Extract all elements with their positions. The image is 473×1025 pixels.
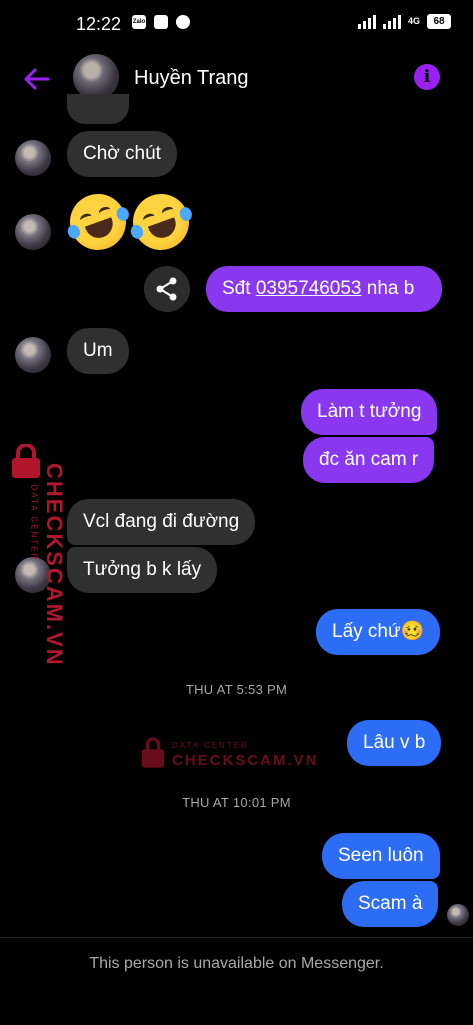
notification-icons: Zalo — [132, 15, 190, 29]
message-bubble-partial — [67, 94, 129, 124]
watermark-small-text: DATA CENTER — [172, 741, 249, 750]
watermark-big-text: CHECKSCAM.VN — [172, 752, 319, 769]
watermark-small-text: DATA CENTER — [29, 484, 39, 562]
timestamp: THU AT 5:53 PM — [185, 682, 288, 697]
message-bubble[interactable]: Lấy chứ🥴 — [316, 609, 441, 655]
message-bubble-phone[interactable]: Sđt 0395746053 nha b — [206, 266, 442, 312]
phone-link[interactable]: 0395746053 — [256, 278, 362, 299]
signal-icon-2 — [382, 14, 401, 29]
message-bubble[interactable]: Lâu v b — [347, 720, 442, 766]
message-bubble[interactable]: Um — [67, 328, 129, 374]
message-bubble[interactable]: Seen luôn — [322, 833, 440, 879]
message-bubble[interactable]: Vcl đang đi đường — [67, 499, 256, 545]
arrow-left-icon[interactable] — [22, 64, 52, 94]
watermark-big-text: CHECKSCAM.VN — [42, 463, 67, 667]
zalo-icon: Zalo — [132, 15, 146, 29]
status-bar: 12:22 Zalo 4G 68 — [0, 0, 473, 48]
laughing-emoji-icon — [125, 186, 197, 258]
lock-icon — [141, 737, 165, 768]
contact-avatar-small — [15, 214, 51, 250]
watermark-vertical: DATA CENTER CHECKSCAM.VN — [4, 440, 67, 667]
contact-avatar-small — [15, 140, 51, 176]
contact-name[interactable]: Huyền Trang — [134, 67, 249, 90]
seen-avatar — [447, 904, 469, 926]
message-bubble[interactable]: Tưởng b k lấy — [67, 547, 218, 593]
message-text: Sđt — [222, 278, 256, 299]
message-bubble[interactable]: Làm t tưởng — [301, 389, 438, 435]
watermark-horizontal: DATA CENTER CHECKSCAM.VN — [140, 735, 317, 771]
signal-icon — [357, 14, 376, 29]
timestamp: THU AT 10:01 PM — [182, 795, 291, 810]
message-bubble[interactable]: đc ăn cam r — [303, 437, 435, 483]
messenger-icon — [176, 15, 190, 29]
composer-unavailable: This person is unavailable on Messenger. — [0, 937, 473, 1025]
laughing-emoji-icon — [62, 186, 134, 258]
share-icon[interactable] — [144, 266, 190, 312]
network-type: 4G — [407, 16, 420, 26]
lock-icon — [12, 444, 40, 478]
message-text: nha b — [361, 278, 415, 299]
info-icon[interactable]: i — [414, 64, 440, 90]
contact-avatar-small — [15, 337, 51, 373]
status-time: 12:22 — [76, 14, 122, 34]
unavailable-notice: This person is unavailable on Messenger. — [89, 955, 384, 972]
battery-icon: 68 — [427, 14, 451, 29]
image-icon — [154, 15, 168, 29]
status-right: 4G 68 — [357, 14, 451, 29]
message-bubble[interactable]: Scam à — [342, 881, 439, 927]
message-bubble[interactable]: Chờ chút — [67, 131, 177, 177]
